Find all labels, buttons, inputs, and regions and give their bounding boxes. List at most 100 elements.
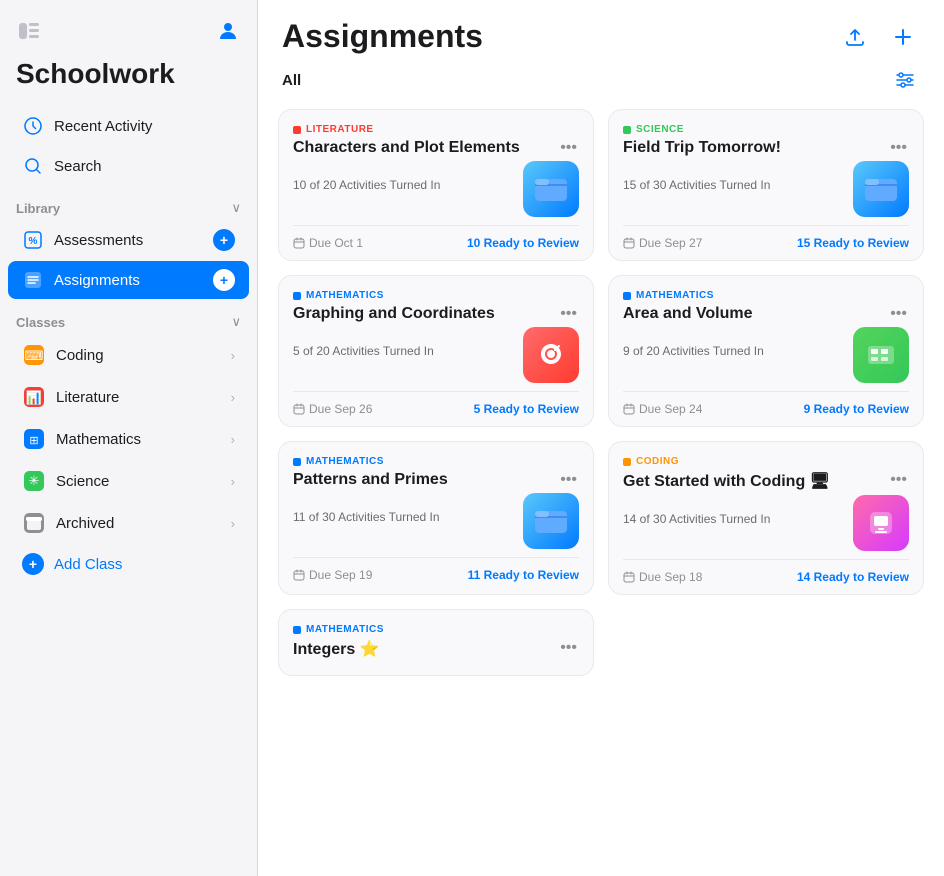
card-subject-tag: MATHEMATICS	[293, 624, 579, 635]
recent-activity-label: Recent Activity	[54, 118, 235, 135]
card-more-button[interactable]: •••	[888, 139, 909, 157]
search-label: Search	[54, 158, 235, 175]
card-subject-tag: MATHEMATICS	[623, 290, 909, 301]
sidebar-toggle-button[interactable]	[14, 16, 44, 46]
science-chevron-icon: ›	[231, 474, 235, 489]
card-due-date: Due Sep 18	[623, 570, 702, 584]
classes-chevron-icon[interactable]: ∨	[231, 314, 241, 330]
svg-text:%: %	[29, 236, 38, 247]
card-more-button[interactable]: •••	[888, 305, 909, 323]
card-footer: Due Sep 18 14 Ready to Review	[623, 559, 909, 594]
filter-sliders-button[interactable]	[890, 65, 920, 95]
science-class-icon: ✳	[22, 469, 46, 493]
assignments-icon	[22, 269, 44, 291]
card-header: Field Trip Tomorrow! •••	[623, 139, 909, 157]
card-more-button[interactable]: •••	[558, 139, 579, 157]
card-activities: 5 of 20 Activities Turned In	[293, 344, 434, 358]
card-footer: Due Sep 26 5 Ready to Review	[293, 391, 579, 426]
card-app-icon	[853, 327, 909, 383]
card-subject-tag: CODING	[623, 456, 909, 467]
assignment-card-integers[interactable]: MATHEMATICS Integers ⭐ •••	[278, 609, 594, 676]
add-button[interactable]	[886, 20, 920, 54]
assignment-card-area-volume[interactable]: MATHEMATICS Area and Volume ••• 9 of 20 …	[608, 275, 924, 427]
mathematics-label: Mathematics	[56, 431, 221, 448]
assignment-card-graphing[interactable]: MATHEMATICS Graphing and Coordinates •••…	[278, 275, 594, 427]
sidebar-item-recent-activity[interactable]: Recent Activity	[8, 107, 249, 145]
assignment-card-characters-plot[interactable]: LITERATURE Characters and Plot Elements …	[278, 109, 594, 261]
literature-label: Literature	[56, 389, 221, 406]
sidebar-item-archived[interactable]: Archived ›	[8, 503, 249, 543]
literature-chevron-icon: ›	[231, 390, 235, 405]
sidebar-top-bar	[0, 16, 257, 54]
archived-class-icon	[22, 511, 46, 535]
assessments-icon: %	[22, 229, 44, 251]
assignment-card-field-trip[interactable]: SCIENCE Field Trip Tomorrow! ••• 15 of 3…	[608, 109, 924, 261]
mathematics-chevron-icon: ›	[231, 432, 235, 447]
sidebar-item-assessments[interactable]: % Assessments +	[8, 221, 249, 259]
science-label: Science	[56, 473, 221, 490]
card-footer: Due Sep 27 15 Ready to Review	[623, 225, 909, 260]
card-due-date: Due Sep 27	[623, 236, 702, 250]
sidebar-item-coding[interactable]: ⌨ Coding ›	[8, 335, 249, 375]
filter-label: All	[282, 72, 301, 89]
assignments-grid: LITERATURE Characters and Plot Elements …	[258, 105, 944, 876]
archived-label: Archived	[56, 515, 221, 532]
card-more-button[interactable]: •••	[558, 639, 579, 657]
library-section-title: Library	[16, 201, 60, 216]
card-title: Integers ⭐	[293, 639, 558, 659]
card-footer: Due Sep 24 9 Ready to Review	[623, 391, 909, 426]
card-body: 9 of 20 Activities Turned In	[623, 325, 909, 385]
add-assessment-button[interactable]: +	[213, 229, 235, 251]
classes-section-header: Classes ∨	[0, 300, 257, 334]
header-actions	[838, 20, 920, 54]
card-due-date: Due Sep 19	[293, 568, 372, 582]
card-activities: 10 of 20 Activities Turned In	[293, 178, 440, 192]
card-activities: 11 of 30 Activities Turned In	[293, 510, 440, 524]
sidebar-item-search[interactable]: Search	[8, 147, 249, 185]
profile-button[interactable]	[213, 16, 243, 46]
card-review-count: 14 Ready to Review	[797, 570, 909, 584]
card-due-date: Due Sep 24	[623, 402, 702, 416]
svg-text:📊: 📊	[26, 390, 42, 405]
card-body: 11 of 30 Activities Turned In	[293, 491, 579, 551]
assignment-card-coding[interactable]: CODING Get Started with Coding 🖥 ••• 14 …	[608, 441, 924, 595]
svg-text:✳: ✳	[29, 473, 40, 488]
card-footer: Due Oct 1 10 Ready to Review	[293, 225, 579, 260]
card-subject-tag: LITERATURE	[293, 124, 579, 135]
sidebar-item-literature[interactable]: 📊 Literature ›	[8, 377, 249, 417]
assignment-card-patterns[interactable]: MATHEMATICS Patterns and Primes ••• 11 o…	[278, 441, 594, 595]
card-subject-tag: SCIENCE	[623, 124, 909, 135]
add-class-label: Add Class	[54, 556, 122, 573]
upload-button[interactable]	[838, 20, 872, 54]
assignments-label: Assignments	[54, 272, 203, 289]
card-due-date: Due Sep 26	[293, 402, 372, 416]
card-header: Patterns and Primes •••	[293, 471, 579, 489]
card-title: Field Trip Tomorrow!	[623, 139, 888, 157]
card-activities: 14 of 30 Activities Turned In	[623, 512, 770, 526]
card-more-button[interactable]: •••	[558, 471, 579, 489]
sidebar-item-science[interactable]: ✳ Science ›	[8, 461, 249, 501]
add-class-button[interactable]: + Add Class	[8, 545, 249, 583]
card-body: 5 of 20 Activities Turned In	[293, 325, 579, 385]
card-review-count: 10 Ready to Review	[467, 236, 579, 250]
card-review-count: 11 Ready to Review	[468, 568, 579, 582]
card-app-icon	[853, 161, 909, 217]
sidebar-item-assignments[interactable]: Assignments +	[8, 261, 249, 299]
card-activities: 15 of 30 Activities Turned In	[623, 178, 770, 192]
literature-class-icon: 📊	[22, 385, 46, 409]
card-header: Integers ⭐ •••	[293, 639, 579, 659]
svg-text:⌨: ⌨	[25, 348, 44, 363]
card-more-button[interactable]: •••	[558, 305, 579, 323]
clock-icon	[22, 115, 44, 137]
card-title: Graphing and Coordinates	[293, 305, 558, 323]
card-title: Patterns and Primes	[293, 471, 558, 489]
card-header: Characters and Plot Elements •••	[293, 139, 579, 157]
add-assignment-button[interactable]: +	[213, 269, 235, 291]
sidebar-title: Schoolwork	[0, 54, 257, 106]
library-chevron-icon[interactable]: ∨	[231, 200, 241, 216]
card-title: Get Started with Coding 🖥	[623, 471, 888, 491]
card-app-icon	[523, 493, 579, 549]
card-more-button[interactable]: •••	[888, 471, 909, 489]
card-header: Graphing and Coordinates •••	[293, 305, 579, 323]
sidebar-item-mathematics[interactable]: ⊞ Mathematics ›	[8, 419, 249, 459]
